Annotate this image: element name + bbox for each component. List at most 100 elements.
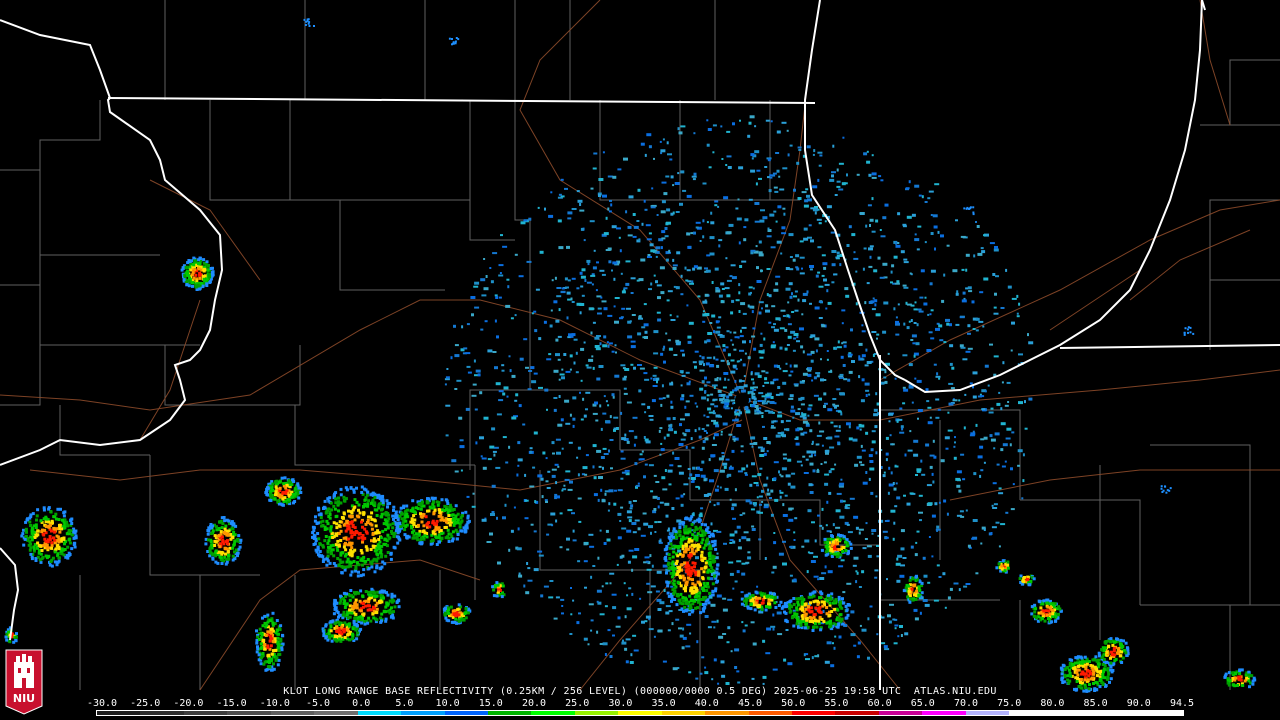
clear-air-echo xyxy=(715,424,720,428)
clear-air-echo xyxy=(491,484,496,488)
clear-air-echo xyxy=(785,419,791,422)
clear-air-echo xyxy=(557,465,560,468)
clear-air-echo xyxy=(773,420,776,423)
clear-air-echo xyxy=(812,185,818,189)
storm-cell-echo xyxy=(702,530,706,534)
storm-cell-echo xyxy=(671,545,675,549)
storm-cell-echo xyxy=(230,520,234,524)
storm-cell-echo xyxy=(690,523,694,527)
clear-air-echo xyxy=(666,433,670,437)
storm-cell-echo xyxy=(271,611,275,615)
clear-air-echo xyxy=(600,456,605,459)
storm-cell-echo xyxy=(422,524,426,528)
clear-air-echo xyxy=(571,208,577,210)
clear-air-echo xyxy=(641,222,644,226)
clear-air-echo xyxy=(906,502,911,506)
clear-air-echo xyxy=(734,411,737,414)
storm-cell-echo xyxy=(346,565,350,569)
clear-air-echo xyxy=(714,200,719,203)
clear-air-echo xyxy=(538,337,542,341)
clear-air-echo xyxy=(736,560,742,563)
clear-air-echo xyxy=(644,336,648,339)
storm-cell-echo xyxy=(360,551,364,555)
clear-air-echo xyxy=(816,218,822,221)
clear-air-echo xyxy=(613,416,619,419)
storm-cell-echo xyxy=(356,574,360,578)
clear-air-echo xyxy=(750,508,755,511)
storm-cell-echo xyxy=(693,535,697,539)
clear-air-echo xyxy=(614,297,620,299)
storm-cell-echo xyxy=(219,542,222,546)
storm-cell-echo xyxy=(670,575,674,579)
storm-cell-echo xyxy=(682,599,686,603)
clear-air-echo xyxy=(466,323,470,326)
clear-air-echo xyxy=(868,477,871,481)
clear-air-echo xyxy=(483,258,486,260)
clear-air-echo xyxy=(879,229,882,231)
clear-air-echo xyxy=(752,305,755,309)
storm-cell-echo xyxy=(269,494,273,498)
clear-air-echo xyxy=(781,232,787,235)
storm-cell-echo xyxy=(361,534,365,537)
clear-air-echo xyxy=(498,296,502,299)
clear-air-echo xyxy=(940,234,944,238)
clear-air-echo xyxy=(817,178,820,182)
storm-cell-echo xyxy=(29,542,33,546)
storm-cell-echo xyxy=(360,621,364,625)
clear-air-echo xyxy=(676,315,679,318)
clear-air-echo xyxy=(792,349,796,352)
storm-cell-echo xyxy=(353,591,357,595)
clear-air-echo xyxy=(789,268,794,271)
clear-air-echo xyxy=(818,222,822,225)
clear-air-echo xyxy=(672,184,675,187)
clear-air-echo xyxy=(713,504,716,507)
clear-air-echo xyxy=(840,499,843,503)
clear-air-echo xyxy=(871,172,877,176)
clear-air-echo xyxy=(655,280,658,284)
clear-air-echo xyxy=(689,473,693,477)
clear-air-echo xyxy=(665,611,670,615)
clear-air-echo xyxy=(505,461,509,464)
clear-air-echo xyxy=(538,554,544,557)
clear-air-echo xyxy=(762,639,766,643)
storm-cell-echo xyxy=(696,543,700,547)
clear-air-echo xyxy=(761,395,766,398)
storm-cell-echo xyxy=(277,642,281,646)
clear-air-echo xyxy=(525,366,529,369)
clear-air-echo xyxy=(498,274,504,277)
clear-air-echo xyxy=(492,252,498,255)
clear-air-echo xyxy=(732,419,737,422)
clear-air-echo xyxy=(648,288,652,291)
clear-air-echo xyxy=(1017,449,1023,453)
clear-air-echo xyxy=(523,338,528,341)
clear-air-echo xyxy=(802,455,806,458)
storm-cell-echo xyxy=(276,663,280,667)
clear-air-echo xyxy=(672,417,676,420)
clear-air-echo xyxy=(544,499,548,502)
clear-air-echo xyxy=(773,541,777,545)
clear-air-echo xyxy=(671,507,675,510)
storm-cell-echo xyxy=(231,546,235,550)
clear-air-echo xyxy=(857,641,861,645)
clear-air-echo xyxy=(916,470,921,473)
clear-air-echo xyxy=(517,464,520,467)
clear-air-echo xyxy=(972,519,978,522)
clear-air-echo xyxy=(853,644,857,647)
clear-air-echo xyxy=(564,187,568,190)
storm-cell-echo xyxy=(693,561,697,565)
clear-air-echo xyxy=(789,507,794,510)
clear-air-echo xyxy=(802,420,808,424)
storm-cell-echo xyxy=(362,511,366,515)
clear-air-echo xyxy=(747,304,750,308)
clear-air-echo xyxy=(613,502,617,506)
clear-air-echo xyxy=(664,235,669,238)
clear-air-echo xyxy=(718,239,723,242)
clear-air-echo xyxy=(773,477,777,481)
clear-air-echo xyxy=(875,313,881,317)
clear-air-echo xyxy=(846,173,848,177)
clear-air-echo xyxy=(1028,341,1034,345)
storm-cell-echo xyxy=(690,591,694,595)
clear-air-echo xyxy=(917,409,923,412)
clear-air-echo xyxy=(489,267,492,269)
storm-cell-echo xyxy=(331,536,335,539)
